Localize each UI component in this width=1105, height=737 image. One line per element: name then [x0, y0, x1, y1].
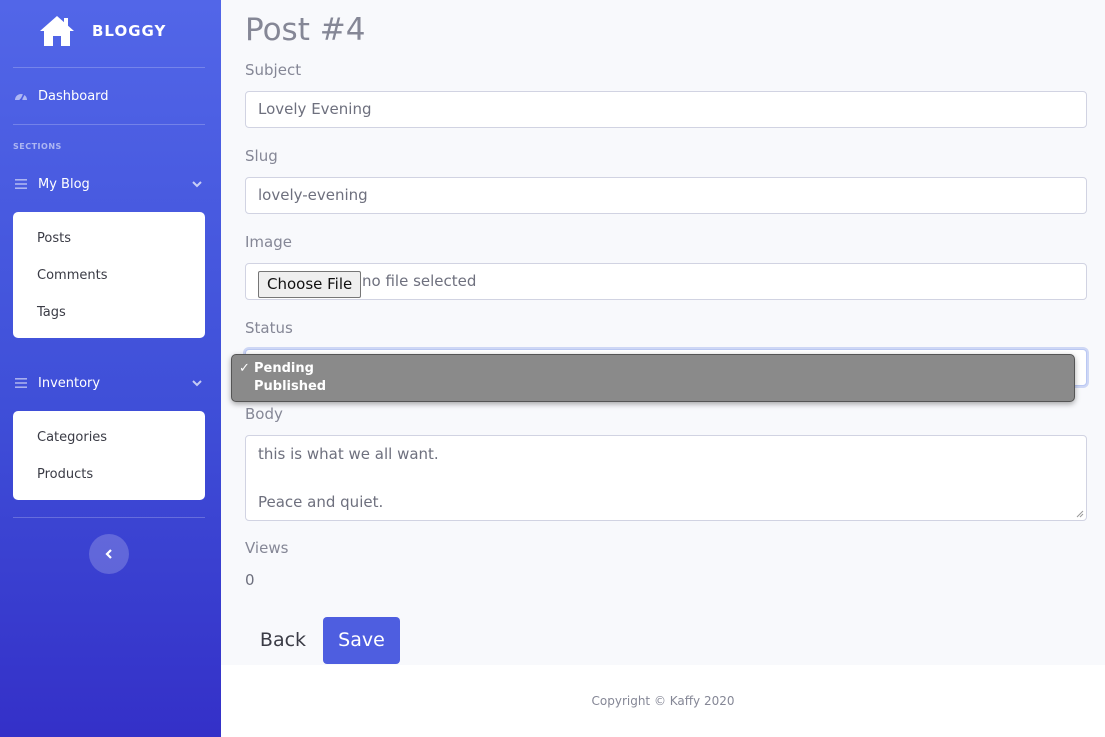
status-dropdown-menu: ✓ Pending Published — [231, 354, 1075, 402]
status-option-published[interactable]: Published — [232, 378, 1074, 396]
subject-value: Lovely Evening — [258, 100, 372, 118]
submenu-inventory: Categories Products — [13, 411, 205, 500]
views-label: Views — [245, 539, 289, 557]
copyright-text: Copyright © Kaffy 2020 — [591, 694, 735, 708]
sidebar-group-label: My Blog — [38, 176, 90, 192]
menu-icon — [15, 378, 27, 388]
sidebar-item-dashboard[interactable]: Dashboard — [13, 84, 205, 108]
slug-value: lovely-evening — [258, 186, 368, 204]
body-line-blank — [258, 468, 1074, 492]
sidebar-group-my-blog[interactable]: My Blog — [13, 172, 205, 196]
sidebar-group-inventory[interactable]: Inventory — [13, 371, 205, 395]
main-content: Post #4 Subject Lovely Evening Slug love… — [221, 0, 1105, 665]
chevron-left-icon — [105, 549, 112, 559]
file-status: no file selected — [362, 272, 477, 290]
sidebar-item-label: Dashboard — [38, 88, 109, 104]
sidebar-item-tags[interactable]: Tags — [13, 294, 205, 331]
sidebar-divider — [13, 124, 205, 125]
image-file-input: Choose File no file selected — [245, 263, 1087, 300]
views-value: 0 — [245, 571, 255, 589]
brand[interactable]: BLOGGY — [0, 0, 221, 66]
image-label: Image — [245, 233, 292, 251]
back-button[interactable]: Back — [248, 617, 318, 664]
sidebar-item-posts[interactable]: Posts — [13, 220, 205, 257]
body-line: this is what we all want. — [258, 445, 439, 463]
resize-handle-icon[interactable] — [1076, 510, 1084, 518]
save-button[interactable]: Save — [323, 617, 400, 664]
sidebar-item-products[interactable]: Products — [13, 456, 205, 493]
check-icon: ✓ — [239, 361, 250, 376]
subject-label: Subject — [245, 61, 302, 79]
body-label: Body — [245, 405, 283, 423]
status-option-pending[interactable]: ✓ Pending — [232, 360, 1074, 378]
option-label: Pending — [254, 361, 314, 376]
menu-icon — [15, 179, 27, 189]
brand-name: BLOGGY — [92, 22, 167, 40]
sidebar-toggle-button[interactable] — [89, 534, 129, 574]
sidebar-divider — [13, 67, 205, 68]
slug-label: Slug — [245, 147, 278, 165]
body-line: Peace and quiet. — [258, 493, 384, 511]
dashboard-icon — [15, 93, 27, 102]
footer: Copyright © Kaffy 2020 — [221, 665, 1105, 737]
chevron-down-icon — [192, 181, 202, 188]
sidebar-item-categories[interactable]: Categories — [13, 419, 205, 456]
status-label: Status — [245, 319, 293, 337]
body-textarea[interactable]: this is what we all want. Peace and quie… — [245, 435, 1087, 521]
chevron-down-icon — [192, 380, 202, 387]
home-icon — [40, 16, 74, 46]
submenu-my-blog: Posts Comments Tags — [13, 212, 205, 338]
slug-input[interactable]: lovely-evening — [245, 177, 1087, 214]
section-heading: SECTIONS — [13, 142, 62, 151]
subject-input[interactable]: Lovely Evening — [245, 91, 1087, 128]
sidebar-item-comments[interactable]: Comments — [13, 257, 205, 294]
page-title: Post #4 — [245, 12, 366, 48]
option-label: Published — [254, 379, 327, 394]
sidebar-divider — [13, 517, 205, 518]
choose-file-button[interactable]: Choose File — [258, 271, 362, 298]
sidebar: BLOGGY Dashboard SECTIONS My Blog Posts … — [0, 0, 221, 737]
sidebar-group-label: Inventory — [38, 375, 101, 391]
